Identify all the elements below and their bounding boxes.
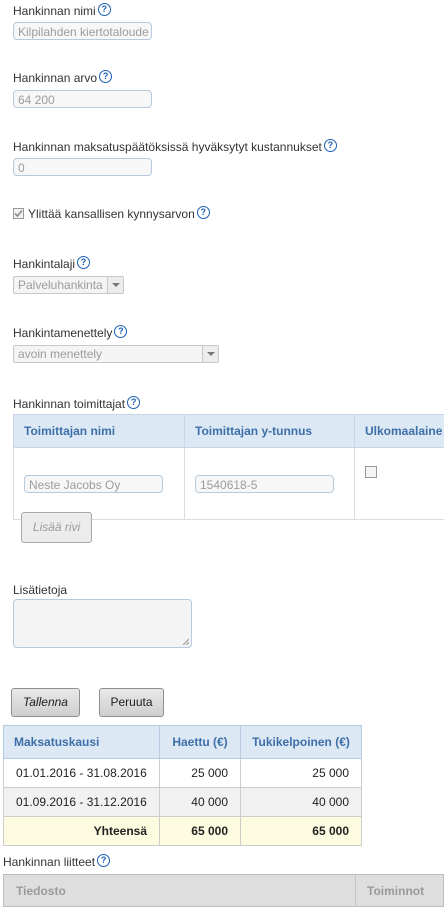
supplier-name-input[interactable]: Neste Jacobs Oy (24, 474, 163, 493)
payments-header-row: Maksatuskausi Haettu (€) Tukikelpoinen (… (3, 725, 362, 759)
threshold-checkbox[interactable] (13, 208, 24, 219)
help-icon[interactable]: ? (99, 70, 113, 83)
extra-info-label: Lisätietoja (13, 583, 68, 597)
value-input[interactable]: 64 200 (13, 90, 152, 108)
column-header: Tiedosto (16, 884, 66, 898)
table-row: 01.09.2016 - 31.12.2016 40 000 40 000 (3, 787, 362, 817)
help-icon[interactable]: ? (77, 256, 91, 269)
type-label-text: Hankintalaji (13, 257, 76, 271)
suppliers-label-text: Hankinnan toimittajat (13, 397, 126, 411)
supplier-id-cell: 1540618-5 (184, 447, 355, 520)
help-icon[interactable]: ? (114, 325, 128, 338)
name-input[interactable]: Kilpilahden kiertotaloude (13, 22, 152, 40)
total-row: Yhteensä 65 000 65 000 (3, 816, 362, 846)
period-cell: 01.01.2016 - 31.08.2016 (3, 758, 160, 788)
type-select-value: Palveluhankinta (18, 278, 103, 292)
procedure-select[interactable]: avoin menettely (13, 345, 219, 363)
column-header: Toimittajan nimi (13, 414, 185, 448)
attachments-label: Hankinnan liitteet? (3, 854, 111, 869)
suppliers-table: Toimittajan nimi Toimittajan y-tunnus Ul… (13, 414, 444, 520)
suppliers-header-row: Toimittajan nimi Toimittajan y-tunnus Ul… (13, 414, 444, 448)
column-header: Haettu (€) (159, 725, 241, 759)
approved-costs-label-text: Hankinnan maksatuspäätöksissä hyväksytyt… (13, 140, 322, 154)
total-eligible-cell: 65 000 (240, 816, 362, 846)
help-icon[interactable]: ? (196, 206, 210, 219)
threshold-label: Ylittää kansallisen kynnysarvon? (28, 206, 210, 221)
procedure-select-value: avoin menettely (18, 347, 103, 361)
save-button[interactable]: Tallenna (11, 688, 80, 717)
help-icon[interactable]: ? (97, 854, 111, 867)
column-divider (355, 875, 356, 906)
type-select[interactable]: Palveluhankinta (13, 276, 124, 294)
period-cell: 01.09.2016 - 31.12.2016 (3, 787, 160, 817)
supplier-name-cell: Neste Jacobs Oy (13, 447, 185, 520)
attachments-label-text: Hankinnan liitteet (3, 855, 96, 869)
column-header: Tukikelpoinen (€) (240, 725, 362, 759)
column-header: Toiminnot (367, 884, 425, 898)
payments-table: Maksatuskausi Haettu (€) Tukikelpoinen (… (3, 725, 362, 846)
total-label-cell: Yhteensä (3, 816, 160, 846)
value-label-text: Hankinnan arvo (13, 71, 98, 85)
procedure-label: Hankintamenettely? (13, 325, 128, 340)
extra-info-textarea[interactable] (13, 599, 192, 648)
type-label: Hankintalaji? (13, 256, 91, 271)
help-icon[interactable]: ? (127, 396, 141, 409)
name-label: Hankinnan nimi? (13, 3, 111, 18)
approved-costs-label: Hankinnan maksatuspäätöksissä hyväksytyt… (13, 139, 337, 154)
supplier-id-input[interactable]: 1540618-5 (195, 474, 334, 493)
applied-cell: 40 000 (159, 787, 241, 817)
column-header: Ulkomaalaine (354, 414, 444, 448)
procedure-label-text: Hankintamenettely (13, 326, 113, 340)
chevron-down-icon[interactable] (202, 346, 218, 362)
supplier-foreign-cell (354, 447, 444, 520)
foreign-checkbox[interactable] (365, 466, 377, 478)
resize-handle-icon[interactable] (182, 638, 189, 645)
applied-cell: 25 000 (159, 758, 241, 788)
suppliers-label: Hankinnan toimittajat? (13, 396, 141, 411)
name-label-text: Hankinnan nimi (13, 4, 96, 18)
column-header: Maksatuskausi (3, 725, 160, 759)
help-icon[interactable]: ? (97, 3, 111, 16)
attachments-table-header: Tiedosto Toiminnot (3, 874, 444, 907)
eligible-cell: 40 000 (240, 787, 362, 817)
add-row-button[interactable]: Lisää rivi (21, 512, 92, 543)
total-applied-cell: 65 000 (159, 816, 241, 846)
value-label: Hankinnan arvo? (13, 70, 113, 85)
cancel-button[interactable]: Peruuta (99, 688, 164, 717)
column-header: Toimittajan y-tunnus (184, 414, 355, 448)
table-row: 01.01.2016 - 31.08.2016 25 000 25 000 (3, 758, 362, 788)
table-row: Neste Jacobs Oy 1540618-5 (13, 447, 444, 520)
threshold-label-text: Ylittää kansallisen kynnysarvon (28, 207, 195, 221)
eligible-cell: 25 000 (240, 758, 362, 788)
checkmark-icon (14, 209, 23, 218)
chevron-down-icon[interactable] (107, 277, 123, 293)
approved-costs-input[interactable]: 0 (13, 158, 152, 176)
help-icon[interactable]: ? (323, 139, 337, 152)
